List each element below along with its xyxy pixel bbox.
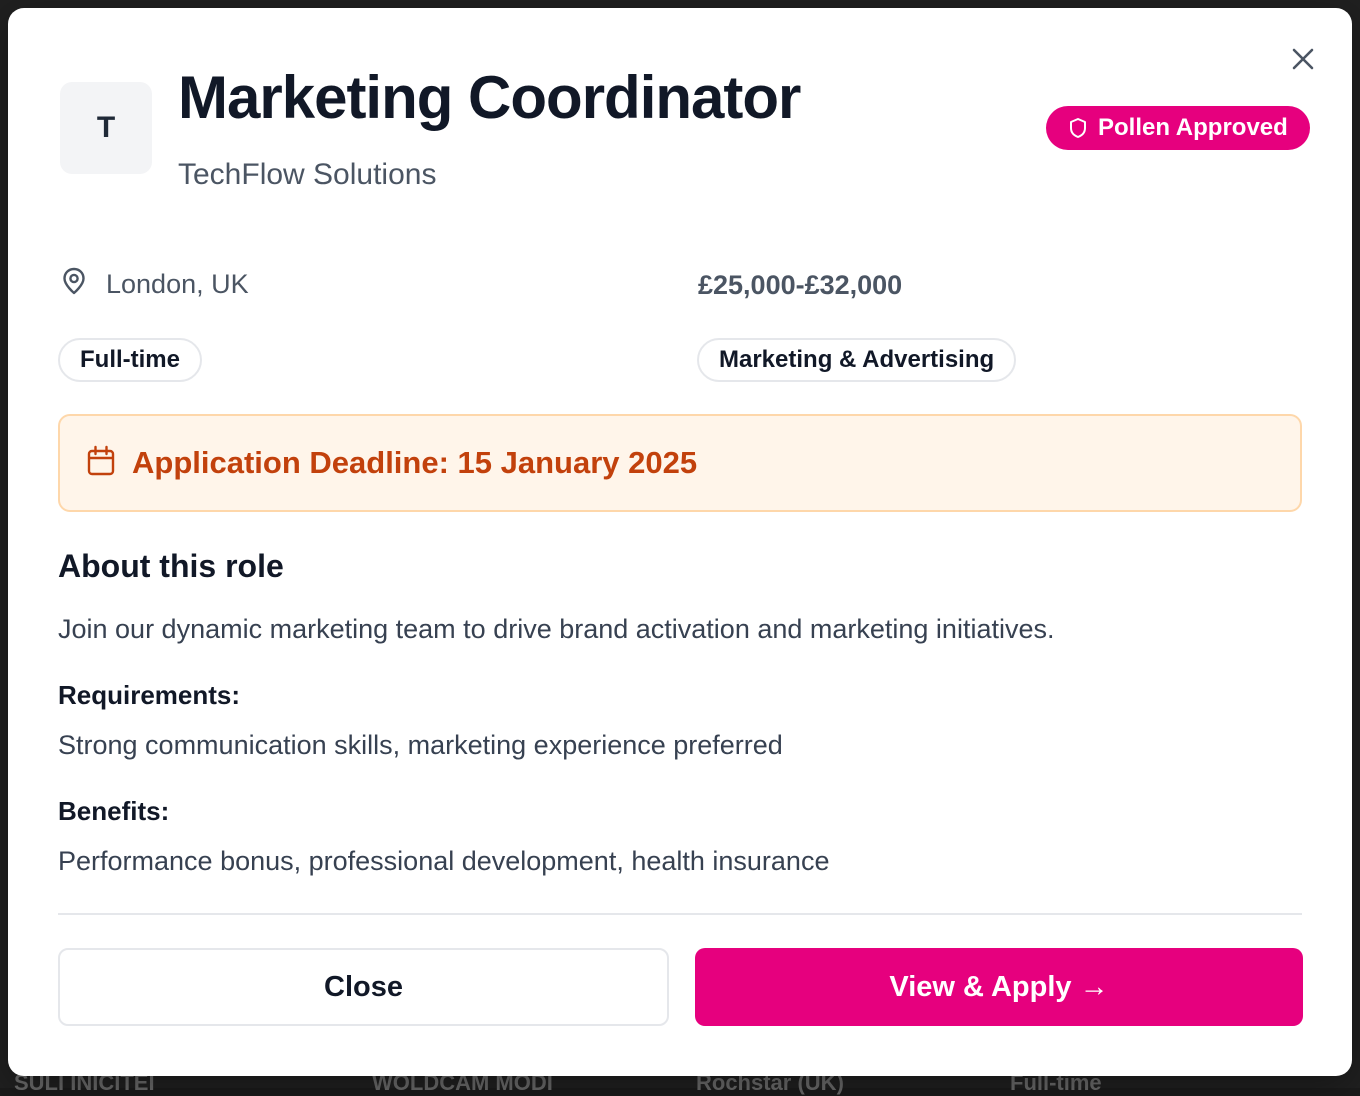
footer-divider [58,913,1302,915]
company-logo: T [60,82,152,174]
location-text: London, UK [106,269,249,299]
badge-label: Pollen Approved [1098,114,1288,141]
requirements-label: Requirements: [58,680,241,710]
close-button[interactable]: Close [58,948,669,1026]
salary-range: £25,000-£32,000 [698,270,903,300]
deadline-text: Application Deadline: 15 January 2025 [132,445,698,480]
job-location: London, UK [60,266,249,303]
application-deadline-banner: Application Deadline: 15 January 2025 [58,414,1302,512]
benefits-label: Benefits: [58,796,170,826]
pollen-approved-badge: Pollen Approved [1046,106,1310,150]
role-description: Join our dynamic marketing team to drive… [58,614,1055,644]
job-title: Marketing Coordinator [178,64,801,131]
employment-type-tag: Full-time [58,338,202,382]
map-pin-icon [60,266,88,303]
requirements-text: Strong communication skills, marketing e… [58,730,783,760]
job-details-modal: T Marketing Coordinator TechFlow Solutio… [8,8,1352,1076]
company-logo-letter: T [96,111,116,144]
view-and-apply-button[interactable]: View & Apply → [695,948,1303,1026]
shield-icon [1068,117,1088,139]
close-icon[interactable] [1288,44,1318,74]
company-name: TechFlow Solutions [178,158,437,191]
calendar-icon [86,445,116,482]
benefits-text: Performance bonus, professional developm… [58,846,830,876]
about-heading: About this role [58,548,284,584]
category-tag: Marketing & Advertising [697,338,1017,382]
